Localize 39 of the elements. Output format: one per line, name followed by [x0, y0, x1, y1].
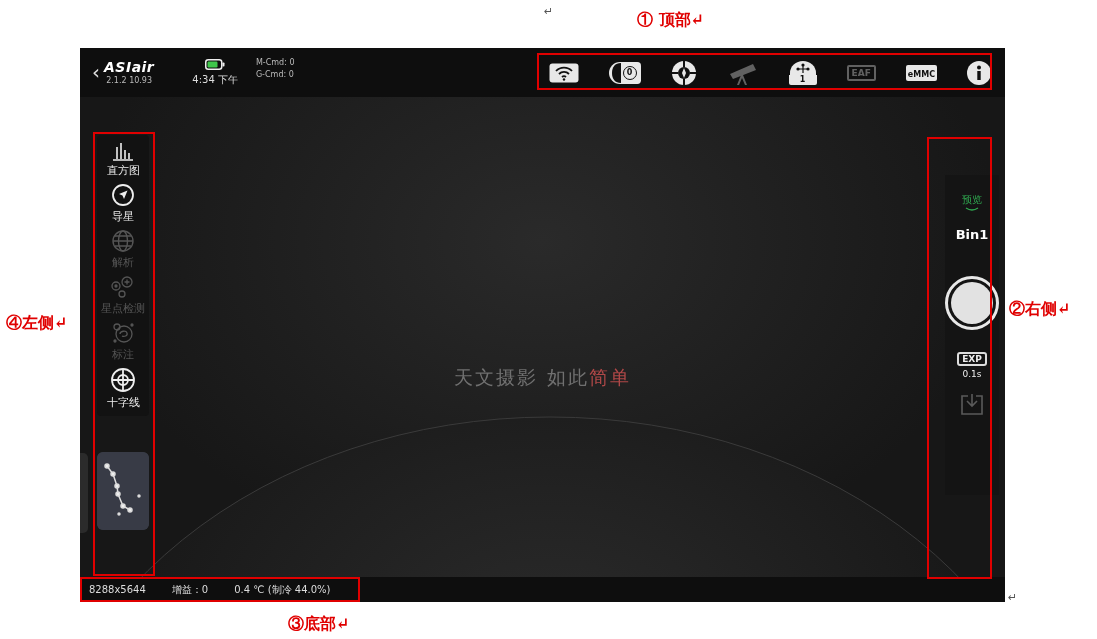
temperature-label: 0.4 ℃ (制冷 44.0%): [234, 582, 331, 597]
target-button[interactable]: [670, 59, 697, 86]
gain-label: 增益：0: [171, 582, 209, 597]
chevron-icon: [965, 207, 979, 211]
target-icon: [670, 59, 697, 86]
star-circles-icon: [110, 275, 136, 299]
annotation-label: ③底部↵: [288, 616, 350, 632]
slogan-text: 天文摄影 如此简单: [454, 366, 631, 388]
globe-icon: [111, 229, 135, 253]
paragraph-mark: ↵: [544, 6, 554, 17]
sidebar-item[interactable]: 导星: [111, 183, 135, 224]
annotation-label: ②右侧↵: [1009, 301, 1071, 317]
binning-button[interactable]: Bin1: [955, 227, 989, 242]
info-button[interactable]: [967, 58, 991, 87]
wifi-icon: [548, 62, 579, 83]
annotation-label: ① 顶部↵: [637, 12, 704, 28]
resolution-label: 8288x5644: [89, 584, 146, 595]
back-button[interactable]: ‹: [92, 62, 100, 83]
info-icon: [967, 60, 991, 85]
crosshair-icon: [110, 367, 136, 393]
histogram-icon: [111, 141, 135, 161]
clock-time: 4:34 下午: [192, 72, 238, 87]
annotation-label: ④左侧↵: [6, 315, 68, 331]
battery-icon: [205, 58, 226, 70]
dome-icon: [788, 60, 817, 75]
shutter-button[interactable]: [945, 276, 999, 330]
g-cmd-counter: G-Cmd: 0: [255, 70, 295, 79]
sidebar-item[interactable]: 十字线: [106, 367, 140, 410]
drawer-handle[interactable]: [80, 453, 88, 533]
m-cmd-counter: M-Cmd: 0: [255, 58, 295, 67]
sidebar-item[interactable]: 直方图: [106, 141, 140, 178]
lens-icon: [610, 61, 621, 84]
galaxy-icon: [110, 321, 136, 345]
app-logo: ASIair: [104, 60, 155, 76]
preview-mode-button[interactable]: 预览: [962, 193, 982, 211]
focuser-button[interactable]: 0: [608, 61, 641, 84]
guider-button[interactable]: 1: [788, 59, 817, 86]
paragraph-mark: ↵: [1008, 592, 1018, 603]
version-label: 2.1.2 10.93: [106, 75, 153, 85]
